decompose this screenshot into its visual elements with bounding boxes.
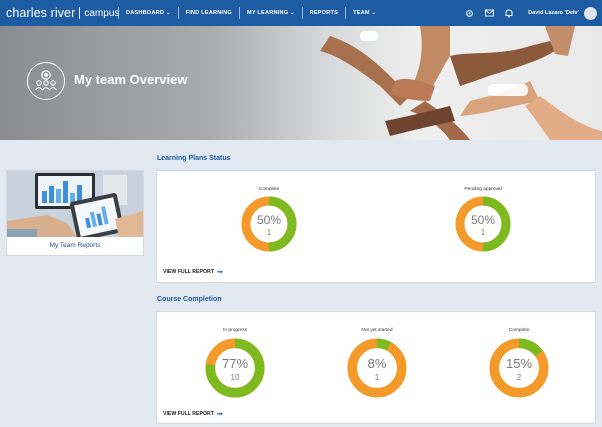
donut-chart-in-progress: 77% 10 [205,338,265,398]
nav-dashboard[interactable]: DASHBOARD ⌄ [118,7,178,19]
donut-count: 2 [517,373,522,382]
learning-plans-title: Learning Plans Status [157,155,231,162]
top-nav-bar: charles river campus DASHBOARD ⌄ FIND LEA… [0,0,602,26]
donut-percent: 15% [506,356,532,371]
view-full-report-label: VIEW FULL REPORT [163,411,214,417]
nav-team-label: TEAM [353,10,370,16]
user-name[interactable]: David Lazaro 'Delv' [528,10,579,16]
brand-divider [79,7,81,19]
donut-chart-plans-pending: 50% 1 [455,196,511,252]
donut-chart-complete: 15% 2 [489,338,549,398]
view-full-report-link[interactable]: VIEW FULL REPORT ➞ [163,268,223,276]
nav-reports-label: REPORTS [309,10,339,16]
chevron-down-icon: ⌄ [166,10,171,16]
donut-percent: 8% [368,356,387,371]
bell-icon[interactable] [502,6,516,20]
arrow-right-icon: ➞ [216,411,223,418]
nav-team[interactable]: TEAM ⌄ [345,7,383,19]
donut-percent: 50% [257,213,281,227]
avatar[interactable] [584,6,597,20]
donut-label: Complete [258,187,280,192]
course-completion-panel: In progress 77% 10 Not yet started 8% 1 … [156,311,596,424]
donut-count: 10 [231,373,240,382]
donut-chart-not-started: 8% 1 [347,338,407,398]
donut-label: Not yet started [361,328,393,333]
brand-name: charles river [6,6,76,20]
team-overview-icon [27,62,65,100]
nav-reports[interactable]: REPORTS [301,7,345,19]
reports-thumbnail [7,171,143,237]
brand-logo[interactable]: charles river campus [6,5,119,21]
donut-count: 1 [481,228,486,237]
donut-label: In progress [223,328,247,333]
mail-icon[interactable] [482,6,496,20]
main-nav: DASHBOARD ⌄ FIND LEARNING MY LEARNING ⌄ RE… [118,0,383,26]
gear-icon[interactable] [462,6,476,20]
donut-chart-plans-complete: 50% 1 [241,196,297,252]
brand-subtitle: campus [84,7,120,19]
nav-find-learning[interactable]: FIND LEARNING [177,7,239,19]
page-title: My team Overview [74,72,188,87]
donut-count: 1 [267,228,272,237]
nav-find-learning-label: FIND LEARNING [185,10,232,16]
top-icons: David Lazaro 'Delv' [462,0,602,26]
course-completion-title: Course Completion [157,296,222,303]
donut-label: Complete [508,328,530,333]
chevron-down-icon: ⌄ [371,10,377,16]
donut-percent: 77% [222,356,248,371]
donut-label: Pending approval [464,187,502,192]
arrow-right-icon: ➞ [216,269,223,276]
chevron-down-icon: ⌄ [290,10,295,16]
view-full-report-link[interactable]: VIEW FULL REPORT ➞ [163,410,223,418]
reports-card-label: My Team Reports [49,242,101,249]
donut-count: 1 [375,373,380,382]
my-team-reports-card[interactable]: My Team Reports [6,170,144,256]
nav-my-learning-label: MY LEARNING [246,10,289,16]
nav-dashboard-label: DASHBOARD [126,10,165,16]
hero-hands-image [320,26,602,140]
hero-banner: My team Overview [0,26,602,140]
learning-plans-panel: Complete 50% 1 Pending approval 50% 1 VI… [156,170,596,283]
donut-percent: 50% [471,213,495,227]
nav-my-learning[interactable]: MY LEARNING ⌄ [238,7,302,19]
view-full-report-label: VIEW FULL REPORT [163,269,214,275]
